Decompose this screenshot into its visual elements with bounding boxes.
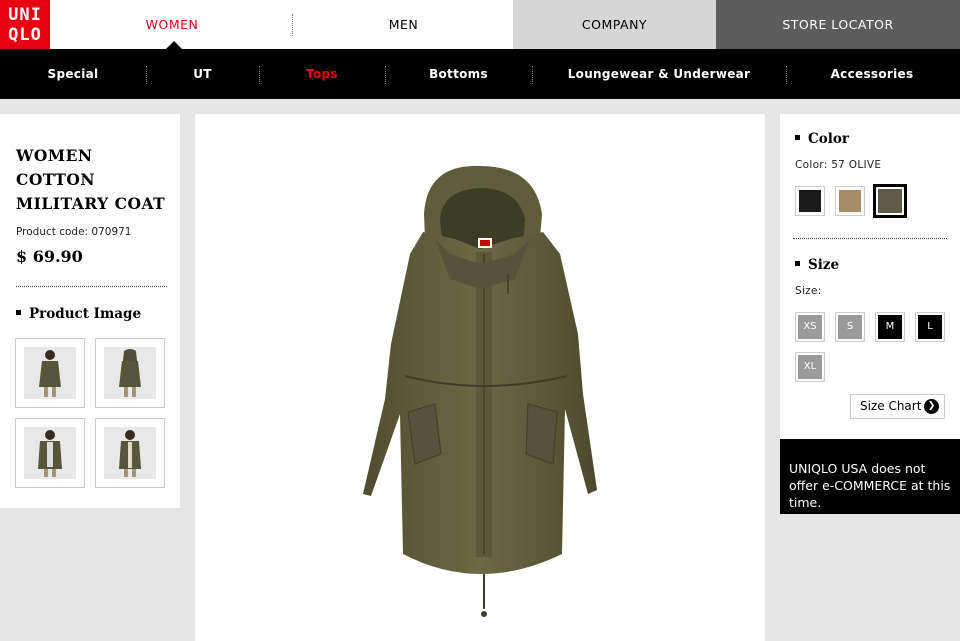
swatch-fill	[839, 190, 861, 212]
product-title-line: MILITARY COAT	[16, 194, 166, 213]
size-option-label: XS	[798, 315, 822, 339]
military-coat-image	[363, 165, 597, 617]
uniqlo-logo[interactable]: UNI QLO	[0, 0, 50, 49]
category-special[interactable]: Special	[0, 49, 146, 99]
divider	[793, 238, 947, 239]
bullet-square-icon	[795, 261, 800, 266]
nav-men[interactable]: MEN	[294, 0, 513, 49]
product-thumbnail-side[interactable]	[95, 418, 165, 488]
logo-line-2: QLO	[8, 25, 42, 45]
product-thumbnail-back[interactable]	[95, 338, 165, 408]
category-tops[interactable]: Tops	[259, 49, 385, 99]
thumbnail-image	[104, 427, 156, 479]
size-chart-button[interactable]: Size Chart ❯	[850, 394, 945, 419]
product-code: Product code: 070971	[16, 226, 132, 238]
product-thumbnail-front[interactable]	[15, 338, 85, 408]
size-heading: Size	[795, 257, 839, 273]
category-accessories[interactable]: Accessories	[786, 49, 958, 99]
swatch-fill	[878, 189, 902, 213]
size-option-label: M	[878, 315, 902, 339]
product-title-line: WOMEN	[16, 146, 93, 165]
top-nav: UNI QLO WOMEN MEN COMPANY STORE LOCATOR	[0, 0, 960, 49]
size-label: Size:	[795, 285, 822, 297]
product-image-heading-text: Product Image	[29, 306, 142, 322]
thumbnail-image	[24, 427, 76, 479]
active-nav-caret-icon	[166, 41, 182, 49]
bullet-square-icon	[795, 135, 800, 140]
category-loungewear-underwear[interactable]: Loungewear & Underwear	[532, 49, 786, 99]
size-option-xs[interactable]: XS	[795, 312, 825, 342]
category-bottoms[interactable]: Bottoms	[385, 49, 532, 99]
thumbnail-image	[24, 347, 76, 399]
product-thumbnail-open[interactable]	[15, 418, 85, 488]
color-swatch-black[interactable]	[795, 186, 825, 216]
selected-color-label: Color: 57 OLIVE	[795, 159, 882, 171]
logo-line-1: UNI	[8, 5, 42, 25]
size-option-label: S	[838, 315, 862, 339]
thumbnail-image	[104, 347, 156, 399]
product-page: UNI QLO WOMEN MEN COMPANY STORE LOCATOR …	[0, 0, 960, 641]
size-option-m[interactable]: M	[875, 312, 905, 342]
size-option-label: XL	[798, 355, 822, 379]
nav-company[interactable]: COMPANY	[513, 0, 716, 49]
chevron-right-icon: ❯	[924, 399, 939, 414]
category-ut[interactable]: UT	[146, 49, 259, 99]
bullet-square-icon	[16, 310, 21, 315]
size-option-s[interactable]: S	[835, 312, 865, 342]
product-main-image	[195, 114, 765, 641]
swatch-fill	[799, 190, 821, 212]
color-swatch-olive[interactable]	[873, 184, 907, 218]
category-nav: Special UT Tops Bottoms Loungewear & Und…	[0, 49, 960, 99]
product-info-panel: WOMEN COTTON MILITARY COAT Product code:…	[0, 114, 180, 508]
divider	[16, 286, 167, 287]
product-title: WOMEN COTTON MILITARY COAT	[16, 144, 176, 216]
size-option-l[interactable]: L	[915, 312, 945, 342]
options-panel: Color Color: 57 OLIVE Size Size: XS S M …	[780, 114, 960, 439]
size-option-xl[interactable]: XL	[795, 352, 825, 382]
color-heading: Color	[795, 131, 849, 147]
product-image-heading: Product Image	[16, 306, 141, 322]
color-swatch-beige[interactable]	[835, 186, 865, 216]
product-price: $ 69.90	[16, 247, 83, 266]
size-chart-label: Size Chart	[860, 399, 922, 413]
ecommerce-notice: UNIQLO USA does not offer e-COMMERCE at …	[780, 439, 960, 514]
nav-divider	[292, 14, 293, 36]
size-option-label: L	[918, 315, 942, 339]
color-heading-text: Color	[808, 131, 849, 147]
size-heading-text: Size	[808, 257, 840, 273]
product-title-line: COTTON	[16, 170, 96, 189]
nav-store-locator[interactable]: STORE LOCATOR	[716, 0, 960, 49]
